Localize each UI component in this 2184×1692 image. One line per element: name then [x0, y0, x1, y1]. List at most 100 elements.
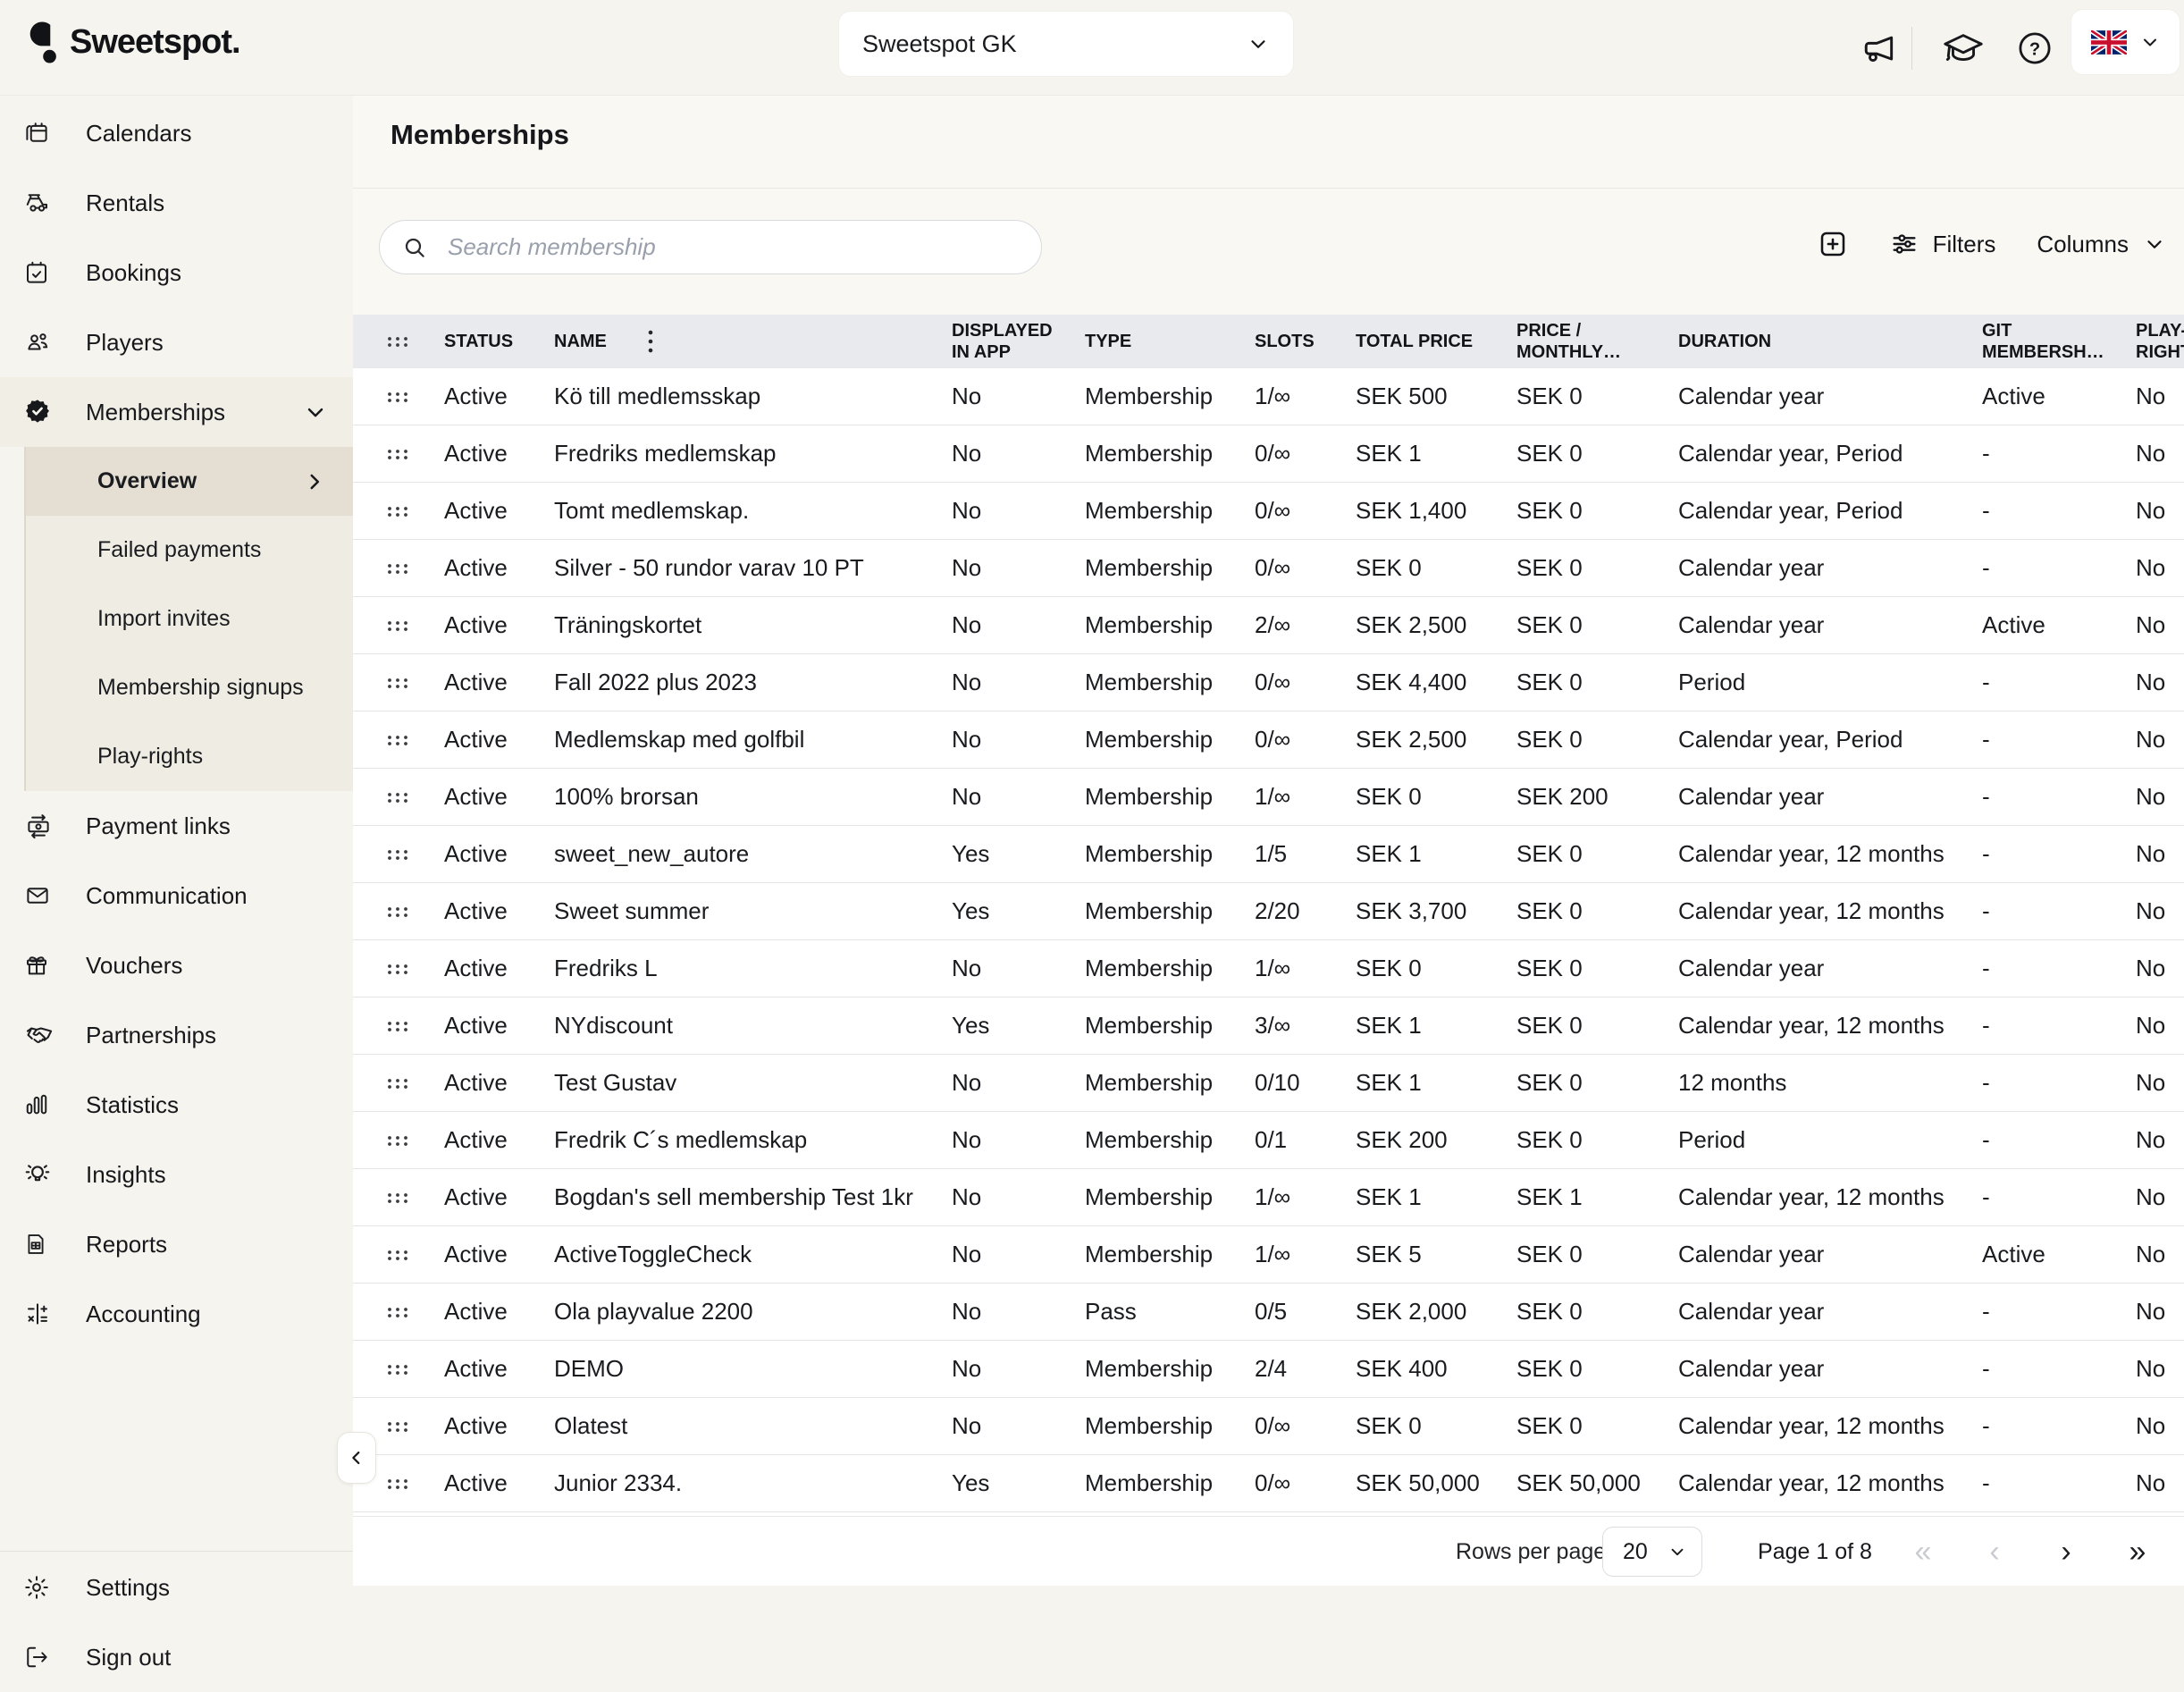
- sidebar-item-players[interactable]: Players: [0, 307, 353, 377]
- col-header-slots[interactable]: SLOTS: [1255, 331, 1356, 352]
- cell-play_right: No: [2136, 1412, 2184, 1440]
- col-header-displayed_in_app[interactable]: DISPLAYED IN APP: [952, 320, 1085, 363]
- col-header-price_monthly[interactable]: PRICE / MONTHLY…: [1516, 320, 1678, 363]
- table-row[interactable]: ActiveTest GustavNoMembership0/10SEK 1SE…: [353, 1055, 2184, 1112]
- drag-handle-icon[interactable]: [384, 617, 444, 635]
- drag-handle-icon[interactable]: [384, 1475, 444, 1493]
- first-page-button[interactable]: «: [1903, 1529, 1943, 1574]
- table-row[interactable]: Activesweet_new_autoreYesMembership1/5SE…: [353, 826, 2184, 883]
- sidebar-collapse-button[interactable]: [337, 1432, 376, 1484]
- sidebar-item-insights[interactable]: Insights: [0, 1140, 353, 1209]
- sidebar-item-label: Bookings: [86, 259, 181, 287]
- table-row[interactable]: ActiveFall 2022 plus 2023NoMembership0/∞…: [353, 654, 2184, 711]
- table-row[interactable]: ActiveFredriks LNoMembership1/∞SEK 0SEK …: [353, 940, 2184, 998]
- sidebar-item-reports[interactable]: Reports: [0, 1209, 353, 1279]
- table-row[interactable]: ActiveSilver - 50 rundor varav 10 PTNoMe…: [353, 540, 2184, 597]
- sidebar-subitem-overview[interactable]: Overview: [26, 447, 353, 516]
- last-page-button[interactable]: »: [2118, 1529, 2157, 1574]
- table-row[interactable]: ActiveNYdiscountYesMembership3/∞SEK 1SEK…: [353, 998, 2184, 1055]
- table-row[interactable]: Active100% brorsanNoMembership1/∞SEK 0SE…: [353, 769, 2184, 826]
- sidebar-item-bookings[interactable]: Bookings: [0, 238, 353, 307]
- drag-handle-icon[interactable]: [384, 1418, 444, 1435]
- drag-handle-icon[interactable]: [384, 960, 444, 978]
- filters-button[interactable]: Filters: [1890, 230, 1996, 258]
- table-row[interactable]: ActiveKö till medlemsskapNoMembership1/∞…: [353, 368, 2184, 425]
- table-row[interactable]: ActiveMedlemskap med golfbilNoMembership…: [353, 711, 2184, 769]
- rows-per-page-select[interactable]: 20: [1602, 1527, 1702, 1577]
- add-button[interactable]: [1817, 228, 1849, 260]
- sidebar-item-communication[interactable]: Communication: [0, 861, 353, 930]
- sidebar-subitem-import-invites[interactable]: Import invites: [26, 585, 353, 653]
- cell-type: Membership: [1085, 383, 1255, 410]
- sidebar-item-sign-out[interactable]: Sign out: [0, 1622, 353, 1692]
- drag-handle-icon[interactable]: [384, 1132, 444, 1149]
- col-header-duration[interactable]: DURATION: [1678, 331, 1982, 352]
- drag-handle-icon[interactable]: [384, 1246, 444, 1264]
- col-header-type[interactable]: TYPE: [1085, 331, 1255, 352]
- cell-type: Membership: [1085, 1012, 1255, 1040]
- cell-type: Membership: [1085, 1355, 1255, 1383]
- cell-duration: 12 months: [1678, 1069, 1982, 1097]
- col-header-total_price[interactable]: TOTAL PRICE: [1356, 331, 1516, 352]
- sidebar-item-rentals[interactable]: Rentals: [0, 168, 353, 238]
- cell-git_membership: -: [1982, 1069, 2136, 1097]
- sidebar-item-partnerships[interactable]: Partnerships: [0, 1000, 353, 1070]
- table-row[interactable]: ActiveActiveToggleCheckNoMembership1/∞SE…: [353, 1226, 2184, 1284]
- drag-handle-icon[interactable]: [384, 846, 444, 863]
- table-row[interactable]: ActiveTräningskortetNoMembership2/∞SEK 2…: [353, 597, 2184, 654]
- graduation-cap-icon[interactable]: [1941, 29, 1986, 69]
- club-selector[interactable]: Sweetspot GK: [838, 11, 1294, 77]
- help-icon[interactable]: ?: [2016, 29, 2054, 67]
- sidebar-subitem-failed-payments[interactable]: Failed payments: [26, 516, 353, 585]
- table-row[interactable]: ActiveBogdan's sell membership Test 1krN…: [353, 1169, 2184, 1226]
- table-row[interactable]: ActiveOlatestNoMembership0/∞SEK 0SEK 0Ca…: [353, 1398, 2184, 1455]
- sidebar-item-settings[interactable]: Settings: [0, 1553, 353, 1622]
- drag-handle-icon[interactable]: [384, 333, 444, 350]
- table-row[interactable]: ActiveFredrik C´s medlemskapNoMembership…: [353, 1112, 2184, 1169]
- sidebar-item-payment-links[interactable]: Payment links: [0, 791, 353, 861]
- drag-handle-icon[interactable]: [384, 1017, 444, 1035]
- drag-handle-icon[interactable]: [384, 388, 444, 406]
- columns-label: Columns: [2037, 231, 2129, 258]
- cell-total_price: SEK 2,000: [1356, 1298, 1516, 1326]
- column-menu-icon[interactable]: [647, 328, 654, 355]
- drag-handle-icon[interactable]: [384, 731, 444, 749]
- col-header-play_right[interactable]: PLAY-RIGHTS: [2136, 320, 2184, 363]
- col-header-status[interactable]: STATUS: [444, 331, 554, 352]
- drag-handle-icon[interactable]: [384, 502, 444, 520]
- drag-handle-icon[interactable]: [384, 903, 444, 921]
- table-row[interactable]: ActiveFredriks medlemskapNoMembership0/∞…: [353, 425, 2184, 483]
- drag-handle-icon[interactable]: [384, 445, 444, 463]
- table-row[interactable]: ActiveTomt medlemskap.NoMembership0/∞SEK…: [353, 483, 2184, 540]
- search-input[interactable]: [448, 233, 1020, 261]
- drag-handle-icon[interactable]: [384, 788, 444, 806]
- sidebar-item-memberships[interactable]: Memberships: [0, 377, 353, 447]
- sidebar-item-accounting[interactable]: Accounting: [0, 1279, 353, 1349]
- drag-handle-icon[interactable]: [384, 1189, 444, 1207]
- sidebar-item-vouchers[interactable]: Vouchers: [0, 930, 353, 1000]
- next-page-button[interactable]: ›: [2046, 1529, 2086, 1574]
- drag-handle-icon[interactable]: [384, 1303, 444, 1321]
- col-header-name[interactable]: NAME: [554, 328, 952, 355]
- cell-status: Active: [444, 726, 554, 753]
- table-row[interactable]: ActiveDEMONoMembership2/4SEK 400SEK 0Cal…: [353, 1341, 2184, 1398]
- columns-button[interactable]: Columns: [2037, 231, 2166, 258]
- table-row[interactable]: ActiveSweet summerYesMembership2/20SEK 3…: [353, 883, 2184, 940]
- cell-status: Active: [444, 1355, 554, 1383]
- megaphone-icon[interactable]: [1859, 29, 1898, 69]
- drag-handle-icon[interactable]: [384, 560, 444, 577]
- drag-handle-icon[interactable]: [384, 674, 444, 692]
- col-header-git_membership[interactable]: GIT MEMBERSH…: [1982, 320, 2136, 363]
- language-selector[interactable]: [2071, 9, 2180, 75]
- sidebar-item-calendars[interactable]: Calendars: [0, 98, 353, 168]
- table-row[interactable]: ActiveJunior 2334.YesMembership0/∞SEK 50…: [353, 1455, 2184, 1512]
- drag-handle-icon[interactable]: [384, 1360, 444, 1378]
- cell-price_monthly: SEK 0: [1516, 1355, 1678, 1383]
- sidebar-subitem-play-rights[interactable]: Play-rights: [26, 722, 353, 791]
- drag-handle-icon[interactable]: [384, 1074, 444, 1092]
- prev-page-button[interactable]: ‹: [1975, 1529, 2014, 1574]
- sidebar-subitem-membership-signups[interactable]: Membership signups: [26, 653, 353, 722]
- gear-icon: [23, 1574, 50, 1601]
- table-row[interactable]: ActiveOla playvalue 2200NoPass0/5SEK 2,0…: [353, 1284, 2184, 1341]
- sidebar-item-statistics[interactable]: Statistics: [0, 1070, 353, 1140]
